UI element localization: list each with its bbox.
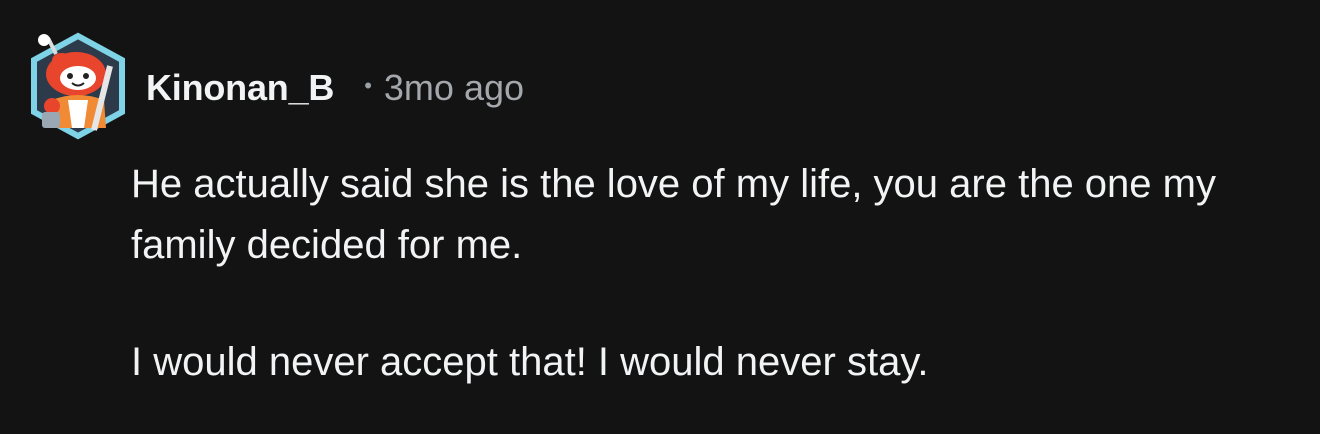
robot-avatar-icon[interactable] xyxy=(28,30,128,140)
comment-header: Kinonan_B • 3mo ago xyxy=(146,64,524,112)
username-link[interactable]: Kinonan_B xyxy=(146,67,334,109)
meta-separator: • xyxy=(364,73,372,98)
comment-body: He actually said she is the love of my l… xyxy=(131,154,1301,393)
comment-paragraph: I would never accept that! I would never… xyxy=(131,340,929,384)
comment-paragraph: He actually said she is the love of my l… xyxy=(131,162,1216,267)
comment: Kinonan_B • 3mo ago He actually said she… xyxy=(0,0,1320,434)
timestamp[interactable]: 3mo ago xyxy=(384,67,524,109)
avatar-illustration xyxy=(31,32,125,140)
